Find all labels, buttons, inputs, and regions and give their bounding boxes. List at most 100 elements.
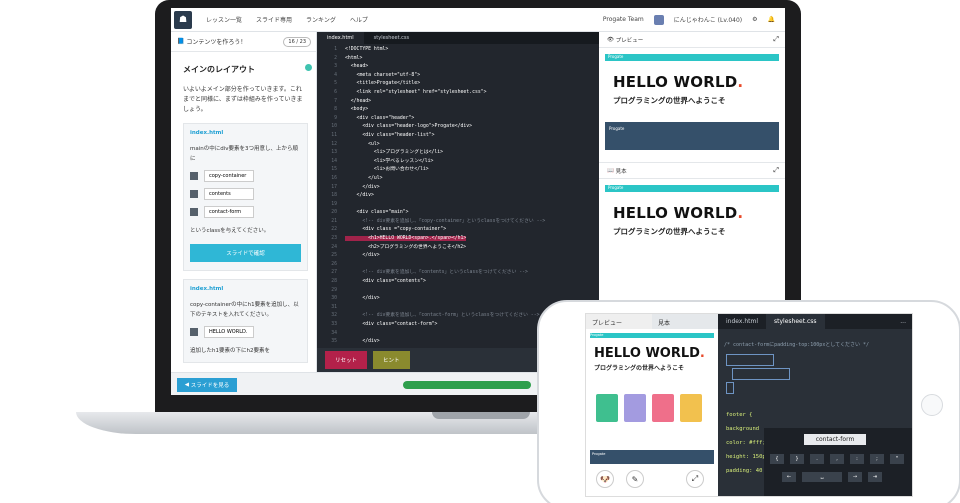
class-icon <box>190 172 198 180</box>
key[interactable]: { <box>770 454 784 464</box>
code-line[interactable]: 15 <li>お問い合わせ</li> <box>317 166 599 175</box>
code-line[interactable]: 10 <div class="header-logo">Progate</div… <box>317 123 599 132</box>
key[interactable]: ; <box>870 454 884 464</box>
code-line[interactable]: 7 </head> <box>317 98 599 107</box>
space-key[interactable]: ␣ <box>802 472 842 482</box>
preview-hello: HELLO WORLD. <box>613 73 785 91</box>
task-item: contents <box>190 188 301 200</box>
code-line[interactable]: 23 <h1>HELLO WORLD<span>.</span></h1> <box>317 235 599 244</box>
line-number: 16 <box>331 175 337 181</box>
settings-icon[interactable]: ⚙ <box>752 16 757 23</box>
bell-icon[interactable]: 🔔 <box>768 16 775 23</box>
code-line[interactable]: 12 <ul> <box>317 141 599 150</box>
code-line[interactable]: 26 <box>317 261 599 270</box>
sample-header: 📖 見本 ⤢ <box>599 163 785 179</box>
code-line[interactable]: 8 <body> <box>317 106 599 115</box>
phone-right-tabs: index.html stylesheet.css ... <box>718 314 912 329</box>
tab-stylesheet-css[interactable]: stylesheet.css <box>766 314 825 329</box>
nav-item[interactable]: ヘルプ <box>350 15 368 24</box>
key[interactable]: " <box>890 454 904 464</box>
code-keyboard: contact-form { } . , : ; " ← ␣ → ⇥ <box>764 428 912 496</box>
line-number: 23 <box>331 236 337 242</box>
code-text: <!-- div要素を追加し、「contact-form」というclassをつけ… <box>345 313 540 319</box>
key-row: ← ␣ → ⇥ <box>782 472 882 482</box>
nav-item[interactable]: ランキング <box>306 15 336 24</box>
avatar[interactable] <box>653 14 664 25</box>
line-number: 30 <box>331 296 337 302</box>
user-name[interactable]: にんじゃわんこ (Lv.040) <box>674 15 742 24</box>
preview-subtitle: プログラミングの世界へようこそ <box>613 96 726 105</box>
expand-icon[interactable]: ⤢ <box>773 166 779 175</box>
tile <box>652 394 674 422</box>
tab-index-html[interactable]: index.html <box>317 32 364 44</box>
code-line[interactable]: 29 <box>317 287 599 296</box>
team-selector[interactable]: Progate Team <box>603 16 644 23</box>
phone-site-footer: Progate <box>590 450 714 464</box>
code-line[interactable]: 21 <!-- div要素を追加し、「copy-container」というcla… <box>317 218 599 227</box>
tab-sample[interactable]: 見本 <box>652 314 718 329</box>
tab-stylesheet-css[interactable]: stylesheet.css <box>364 32 419 44</box>
code-line[interactable]: 2 <html> <box>317 55 599 64</box>
phone-site-header: Progate <box>590 333 714 338</box>
code-line[interactable]: 14 <li>学べるレッスン</li> <box>317 158 599 167</box>
expand-icon[interactable]: ⤢ <box>773 35 779 44</box>
ninja-avatar-icon[interactable]: 🐶 <box>596 470 614 488</box>
hint-button[interactable]: ヒント <box>373 351 410 369</box>
line-number: 20 <box>331 210 337 216</box>
progress-bar <box>403 381 531 389</box>
code-text: <html> <box>345 55 363 61</box>
tab-index-html[interactable]: index.html <box>718 314 766 329</box>
nav-item[interactable]: レッスン一覧 <box>206 15 242 24</box>
code-text: </ul> <box>345 175 383 181</box>
tab-preview[interactable]: プレビュー <box>586 314 652 329</box>
code-line[interactable]: 11 <div class="header-list"> <box>317 132 599 141</box>
reset-button[interactable]: リセット <box>325 351 368 369</box>
more-icon[interactable]: ... <box>892 314 912 329</box>
view-slides-button[interactable]: ◀ スライドを見る <box>177 378 237 392</box>
key[interactable]: . <box>810 454 824 464</box>
code-line[interactable]: 3 <head> <box>317 63 599 72</box>
edit-icon[interactable]: ✎ <box>626 470 644 488</box>
nav-item[interactable]: スライド専用 <box>256 15 292 24</box>
line-number: 14 <box>331 158 337 164</box>
code-line[interactable]: 4 <meta charset="utf-8"> <box>317 72 599 81</box>
page-counter[interactable]: 16 / 23 <box>283 36 311 47</box>
code-line[interactable]: 13 <li>プログラミングとは</li> <box>317 149 599 158</box>
line-number: 15 <box>331 167 337 173</box>
progate-logo-icon[interactable]: ☗ <box>174 10 192 29</box>
code-line[interactable]: 27 <!-- div要素を追加し、「contents」というclassをつけて… <box>317 269 599 278</box>
code-line[interactable]: 22 <div class ="copy-container"> <box>317 226 599 235</box>
preview-footer: Progate <box>605 122 779 150</box>
key[interactable]: , <box>830 454 844 464</box>
code-line[interactable]: 18 </div> <box>317 192 599 201</box>
code-text: <div class="header-logo">Progate</div> <box>345 124 473 130</box>
line-number: 22 <box>331 227 337 233</box>
key[interactable]: : <box>850 454 864 464</box>
code-line[interactable]: 19 <box>317 201 599 210</box>
slide-check-button[interactable]: スライドで確認 <box>190 244 301 262</box>
sample-title: 見本 <box>615 168 627 175</box>
highlight-box <box>732 368 790 380</box>
arrow-left-key[interactable]: ← <box>782 472 796 482</box>
line-number: 25 <box>331 253 337 259</box>
code-line[interactable]: 24 <h2>プログラミングの世界へようこそ</h2> <box>317 244 599 253</box>
fullscreen-icon[interactable]: ⤢ <box>686 470 704 488</box>
code-line[interactable]: 20 <div class="main"> <box>317 209 599 218</box>
code-line[interactable]: 6 <link rel="stylesheet" href="styleshee… <box>317 89 599 98</box>
code-text: </div> <box>345 253 380 259</box>
key[interactable]: } <box>790 454 804 464</box>
line-number: 34 <box>331 330 337 336</box>
code-line[interactable]: 25 </div> <box>317 252 599 261</box>
code-line[interactable]: 1 <!DOCTYPE html> <box>317 46 599 55</box>
suggestion-chip[interactable]: contact-form <box>804 434 866 445</box>
code-line[interactable]: 5 <title>Progate</title> <box>317 80 599 89</box>
code-line[interactable]: 16 </ul> <box>317 175 599 184</box>
code-line[interactable]: 17 </div> <box>317 184 599 193</box>
code-line[interactable]: 9 <div class="header"> <box>317 115 599 124</box>
home-button[interactable] <box>921 394 943 416</box>
code-line[interactable]: 28 <div class="contents"> <box>317 278 599 287</box>
arrow-right-key[interactable]: → <box>848 472 862 482</box>
line-number: 9 <box>334 115 337 121</box>
line-number: 33 <box>331 322 337 327</box>
tab-key[interactable]: ⇥ <box>868 472 882 482</box>
